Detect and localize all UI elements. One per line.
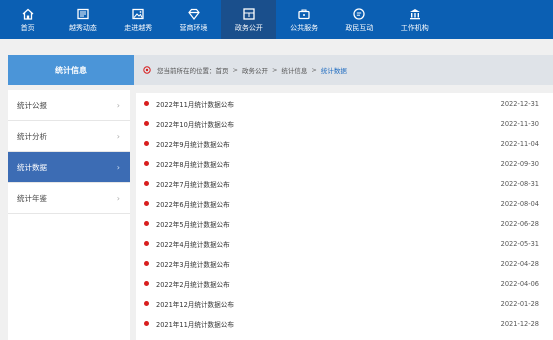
nav-item-label: 走进越秀 bbox=[124, 24, 153, 32]
sidebar-item-statistical-yearbook[interactable]: 统计年鉴 › bbox=[8, 183, 130, 214]
list-item: 2022年4月统计数据公布 2022-05-31 bbox=[136, 238, 553, 250]
bullet-dot-icon bbox=[144, 161, 149, 166]
chat-icon bbox=[352, 7, 366, 21]
nav-item-label: 政务公开 bbox=[234, 24, 263, 32]
list-item: 2022年11月统计数据公布 2022-12-31 bbox=[136, 98, 553, 110]
bullet-dot-icon bbox=[144, 301, 149, 306]
list-item: 2021年12月统计数据公布 2022-01-28 bbox=[136, 298, 553, 310]
list-item: 2022年7月统计数据公布 2022-08-31 bbox=[136, 178, 553, 190]
nav-item-label: 营商环境 bbox=[179, 24, 208, 32]
chevron-right-icon: › bbox=[116, 193, 120, 203]
list-item: 2022年5月统计数据公布 2022-06-28 bbox=[136, 218, 553, 230]
nav-item-public-service[interactable]: 公共服务 bbox=[276, 0, 331, 39]
nav-item-label: 公共服务 bbox=[290, 24, 319, 32]
nav-item-citizen-interaction[interactable]: 政民互动 bbox=[332, 0, 387, 39]
breadcrumb-separator: > bbox=[232, 66, 238, 74]
bullet-dot-icon bbox=[144, 281, 149, 286]
article-title-link[interactable]: 2022年7月统计数据公布 bbox=[156, 179, 230, 189]
breadcrumb-link-statistical-info[interactable]: 统计信息 bbox=[281, 65, 307, 75]
nav-item-yuexiu-news[interactable]: 越秀动态 bbox=[55, 0, 110, 39]
bullet-dot-icon bbox=[144, 121, 149, 126]
article-date: 2021-12-28 bbox=[500, 320, 539, 328]
nav-item-home[interactable]: 首页 bbox=[0, 0, 55, 39]
article-date: 2022-11-04 bbox=[500, 140, 539, 148]
sidebar-item-statistical-analysis[interactable]: 统计分析 › bbox=[8, 121, 130, 152]
breadcrumb-link-home[interactable]: 首页 bbox=[216, 65, 229, 75]
building-icon bbox=[408, 7, 422, 21]
nav-item-enter-yuexiu[interactable]: 走进越秀 bbox=[111, 0, 166, 39]
top-navigation: 首页 越秀动态 走进越秀 营商环境 政务公开 公共服务 政民互动 工作机构 bbox=[0, 0, 553, 39]
bullet-dot-icon bbox=[144, 141, 149, 146]
article-title-link[interactable]: 2021年11月统计数据公布 bbox=[156, 319, 234, 329]
article-title-link[interactable]: 2022年8月统计数据公布 bbox=[156, 159, 230, 169]
article-date: 2022-05-31 bbox=[500, 240, 539, 248]
nav-item-label: 政民互动 bbox=[345, 24, 374, 32]
breadcrumb-link-government-affairs[interactable]: 政务公开 bbox=[242, 65, 268, 75]
sidebar-item-label: 统计公报 bbox=[17, 100, 47, 110]
chevron-right-icon: › bbox=[116, 162, 120, 172]
article-title-link[interactable]: 2022年9月统计数据公布 bbox=[156, 139, 230, 149]
article-title-link[interactable]: 2022年10月统计数据公布 bbox=[156, 119, 234, 129]
diamond-icon bbox=[187, 7, 201, 21]
bullet-dot-icon bbox=[144, 201, 149, 206]
list-item: 2021年11月统计数据公布 2021-12-28 bbox=[136, 318, 553, 330]
article-title-link[interactable]: 2022年3月统计数据公布 bbox=[156, 259, 230, 269]
nav-item-government-affairs[interactable]: 政务公开 bbox=[221, 0, 277, 39]
nav-item-business-environment[interactable]: 营商环境 bbox=[166, 0, 221, 39]
article-date: 2022-11-30 bbox=[500, 120, 539, 128]
breadcrumb-prefix: 您当前所在的位置： bbox=[157, 67, 216, 75]
list-item: 2022年10月统计数据公布 2022-11-30 bbox=[136, 118, 553, 130]
sidebar-item-label: 统计数据 bbox=[17, 162, 47, 172]
article-title-link[interactable]: 2022年11月统计数据公布 bbox=[156, 99, 234, 109]
article-title-link[interactable]: 2021年12月统计数据公布 bbox=[156, 299, 234, 309]
sidebar-header: 统计信息 bbox=[8, 55, 134, 85]
article-date: 2022-08-31 bbox=[500, 180, 539, 188]
bullet-dot-icon bbox=[144, 321, 149, 326]
bullet-dot-icon bbox=[144, 221, 149, 226]
article-date: 2022-12-31 bbox=[500, 100, 539, 108]
article-date: 2022-08-04 bbox=[500, 200, 539, 208]
sidebar-menu: 统计公报 › 统计分析 › 统计数据 › 统计年鉴 › bbox=[8, 90, 130, 340]
sidebar-item-label: 统计年鉴 bbox=[17, 193, 47, 203]
breadcrumb-current: 统计数据 bbox=[320, 67, 347, 75]
briefcase-icon bbox=[297, 7, 311, 21]
article-title-link[interactable]: 2022年6月统计数据公布 bbox=[156, 199, 230, 209]
nav-item-label: 工作机构 bbox=[400, 24, 429, 32]
list-item: 2022年3月统计数据公布 2022-04-28 bbox=[136, 258, 553, 270]
nav-item-work-agencies[interactable]: 工作机构 bbox=[387, 0, 442, 39]
breadcrumb-separator: > bbox=[271, 66, 278, 74]
list-item: 2022年6月统计数据公布 2022-08-04 bbox=[136, 198, 553, 210]
news-icon bbox=[76, 7, 90, 21]
bullet-dot-icon bbox=[144, 241, 149, 246]
article-date: 2022-09-30 bbox=[500, 160, 539, 168]
article-date: 2022-04-28 bbox=[500, 260, 539, 268]
article-date: 2022-04-06 bbox=[500, 280, 539, 288]
nav-item-label: 越秀动态 bbox=[68, 24, 97, 32]
sidebar-item-label: 统计分析 bbox=[17, 131, 47, 141]
chevron-right-icon: › bbox=[116, 100, 120, 110]
bullet-dot-icon bbox=[144, 181, 149, 186]
bullet-dot-icon bbox=[144, 261, 149, 266]
breadcrumb: 您当前所在的位置： 首页 > 政务公开 > 统计信息 > 统计数据 bbox=[134, 55, 553, 85]
list-item: 2022年9月统计数据公布 2022-11-04 bbox=[136, 138, 553, 150]
image-icon bbox=[131, 7, 145, 21]
article-date: 2022-01-28 bbox=[500, 300, 539, 308]
home-icon bbox=[21, 7, 35, 21]
list-item: 2022年2月统计数据公布 2022-04-06 bbox=[136, 278, 553, 290]
nav-item-label: 首页 bbox=[20, 24, 35, 32]
sidebar-item-statistical-data[interactable]: 统计数据 › bbox=[8, 152, 130, 183]
list-item: 2022年8月统计数据公布 2022-09-30 bbox=[136, 158, 553, 170]
chevron-right-icon: › bbox=[116, 131, 120, 141]
board-icon bbox=[242, 7, 256, 21]
sidebar-item-statistical-bulletin[interactable]: 统计公报 › bbox=[8, 90, 130, 121]
breadcrumb-separator: > bbox=[311, 66, 317, 74]
location-pin-icon bbox=[143, 66, 151, 74]
article-list: 2022年11月统计数据公布 2022-12-31 2022年10月统计数据公布… bbox=[136, 93, 553, 340]
bullet-dot-icon bbox=[144, 101, 149, 106]
article-title-link[interactable]: 2022年4月统计数据公布 bbox=[156, 239, 230, 249]
article-date: 2022-06-28 bbox=[500, 220, 539, 228]
article-title-link[interactable]: 2022年5月统计数据公布 bbox=[156, 219, 230, 229]
article-title-link[interactable]: 2022年2月统计数据公布 bbox=[156, 279, 230, 289]
